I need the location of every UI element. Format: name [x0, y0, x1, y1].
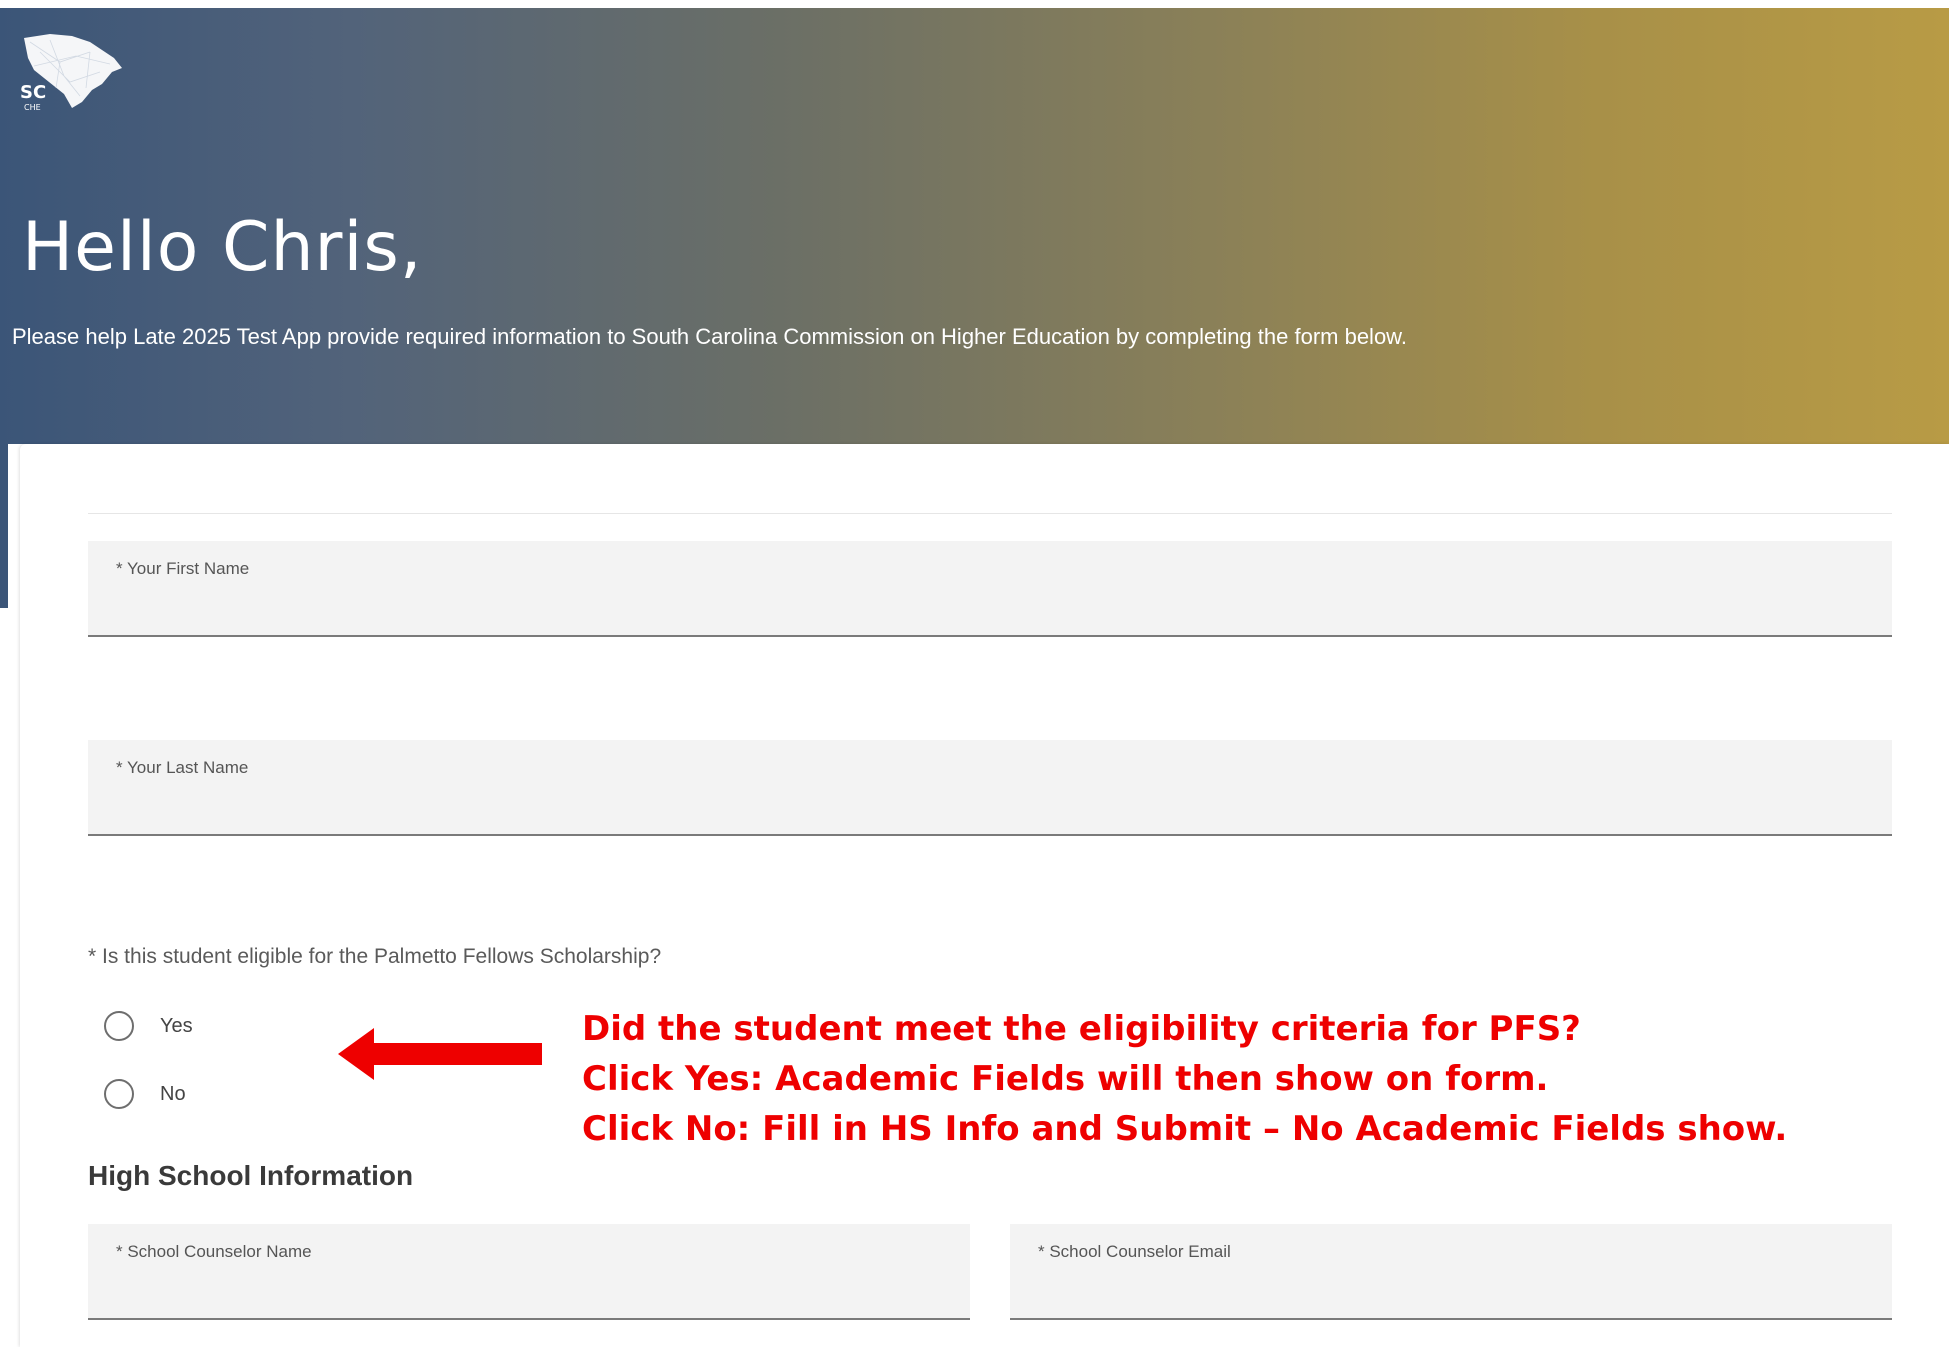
annotation-line-2: Click Yes: Academic Fields will then sho…	[582, 1059, 1549, 1099]
logo-text: SC	[20, 82, 46, 103]
radio-option-no[interactable]: No	[104, 1079, 186, 1109]
radio-option-yes[interactable]: Yes	[104, 1011, 193, 1041]
counselor-name-input[interactable]	[116, 1270, 950, 1302]
first-name-field[interactable]: * Your First Name	[88, 541, 1892, 637]
header-description: Please help Late 2025 Test App provide r…	[12, 324, 1407, 349]
counselor-email-field[interactable]: * School Counselor Email	[1010, 1224, 1892, 1320]
radio-yes-label[interactable]: Yes	[160, 1015, 193, 1038]
last-name-field[interactable]: * Your Last Name	[88, 740, 1892, 836]
annotation-line-1: Did the student meet the eligibility cri…	[582, 1009, 1581, 1049]
greeting-title: Hello Chris,	[22, 208, 423, 287]
first-name-label: * Your First Name	[116, 559, 250, 578]
radio-yes-circle[interactable]	[104, 1011, 134, 1041]
high-school-heading: High School Information	[88, 1160, 414, 1191]
first-name-input[interactable]	[116, 587, 1872, 619]
page: SC CHE Hello Chris, Please help Late 202…	[0, 0, 1949, 1347]
counselor-name-label: * School Counselor Name	[116, 1242, 312, 1261]
last-name-label: * Your Last Name	[116, 758, 249, 777]
annotation-line-3: Click No: Fill in HS Info and Submit – N…	[582, 1109, 1788, 1149]
annotation-callout: Did the student meet the eligibility cri…	[582, 1004, 1787, 1154]
radio-no-circle[interactable]	[104, 1079, 134, 1109]
radio-no-label[interactable]: No	[160, 1083, 186, 1106]
logo-subtext: CHE	[24, 103, 41, 112]
form-divider	[88, 513, 1892, 514]
banner-edge	[0, 444, 8, 608]
counselor-email-label: * School Counselor Email	[1038, 1242, 1231, 1261]
eligibility-question: * Is this student eligible for the Palme…	[88, 945, 662, 968]
counselor-email-input[interactable]	[1038, 1270, 1872, 1302]
south-carolina-logo-icon: SC CHE	[20, 34, 122, 112]
last-name-input[interactable]	[116, 786, 1872, 818]
counselor-name-field[interactable]: * School Counselor Name	[88, 1224, 970, 1320]
header-banner: SC CHE Hello Chris, Please help Late 202…	[0, 8, 1949, 444]
left-arrow-icon	[338, 1028, 542, 1080]
